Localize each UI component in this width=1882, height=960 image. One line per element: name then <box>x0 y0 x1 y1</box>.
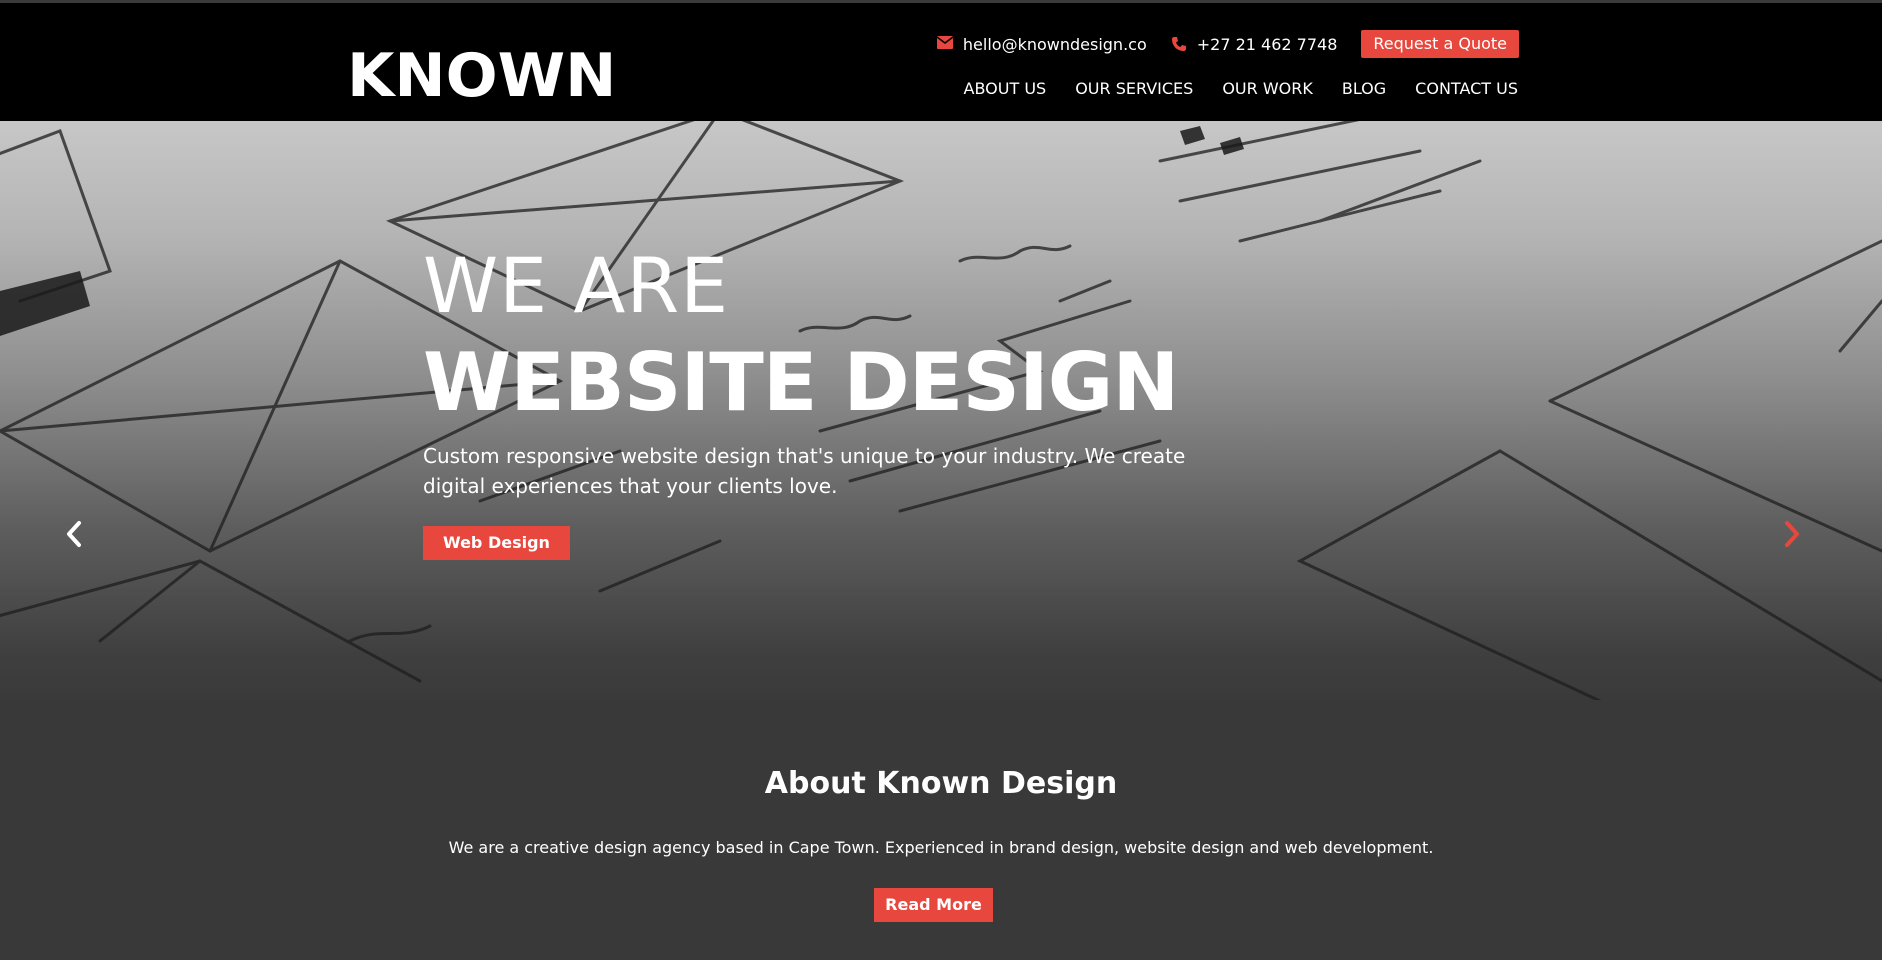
phone-icon <box>1171 36 1189 52</box>
nav-our-services[interactable]: OUR SERVICES <box>1075 79 1193 98</box>
chevron-left-icon <box>67 521 81 547</box>
email-link[interactable]: hello@knowndesign.co <box>936 34 1147 54</box>
request-quote-button[interactable]: Request a Quote <box>1361 30 1519 58</box>
email-text: hello@knowndesign.co <box>962 34 1147 54</box>
hero-slider: WE ARE WEBSITE DESIGN Custom responsive … <box>0 121 1882 700</box>
site-logo[interactable]: KNOWN <box>347 41 616 111</box>
hero-heading-light: WE ARE <box>423 241 730 330</box>
slider-next-button[interactable] <box>1780 519 1804 549</box>
about-section: About Known Design We are a creative des… <box>0 700 1882 960</box>
nav-blog[interactable]: BLOG <box>1342 79 1386 98</box>
nav-about-us[interactable]: ABOUT US <box>964 79 1047 98</box>
hero-description: Custom responsive website design that's … <box>423 444 1186 498</box>
main-nav: ABOUT US OUR SERVICES OUR WORK BLOG CONT… <box>935 79 1518 98</box>
about-title: About Known Design <box>764 766 1118 801</box>
about-text: We are a creative design agency based in… <box>448 838 1434 857</box>
chevron-right-icon <box>1785 521 1799 547</box>
envelope-icon <box>936 36 955 52</box>
read-more-button[interactable]: Read More <box>874 888 993 922</box>
nav-our-work[interactable]: OUR WORK <box>1222 79 1313 98</box>
slider-prev-button[interactable] <box>62 519 86 549</box>
contact-bar: hello@knowndesign.co +27 21 462 7748 Req… <box>936 29 1519 59</box>
hero-content: WE ARE WEBSITE DESIGN Custom responsive … <box>423 243 1243 560</box>
hero-heading-bold: WEBSITE DESIGN <box>423 336 1179 429</box>
web-design-button[interactable]: Web Design <box>423 526 570 560</box>
phone-link[interactable]: +27 21 462 7748 <box>1171 34 1338 54</box>
nav-contact-us[interactable]: CONTACT US <box>1415 79 1518 98</box>
phone-text: +27 21 462 7748 <box>1196 34 1338 54</box>
site-header: KNOWN hello@knowndesign.co +27 21 462 77… <box>0 0 1882 121</box>
